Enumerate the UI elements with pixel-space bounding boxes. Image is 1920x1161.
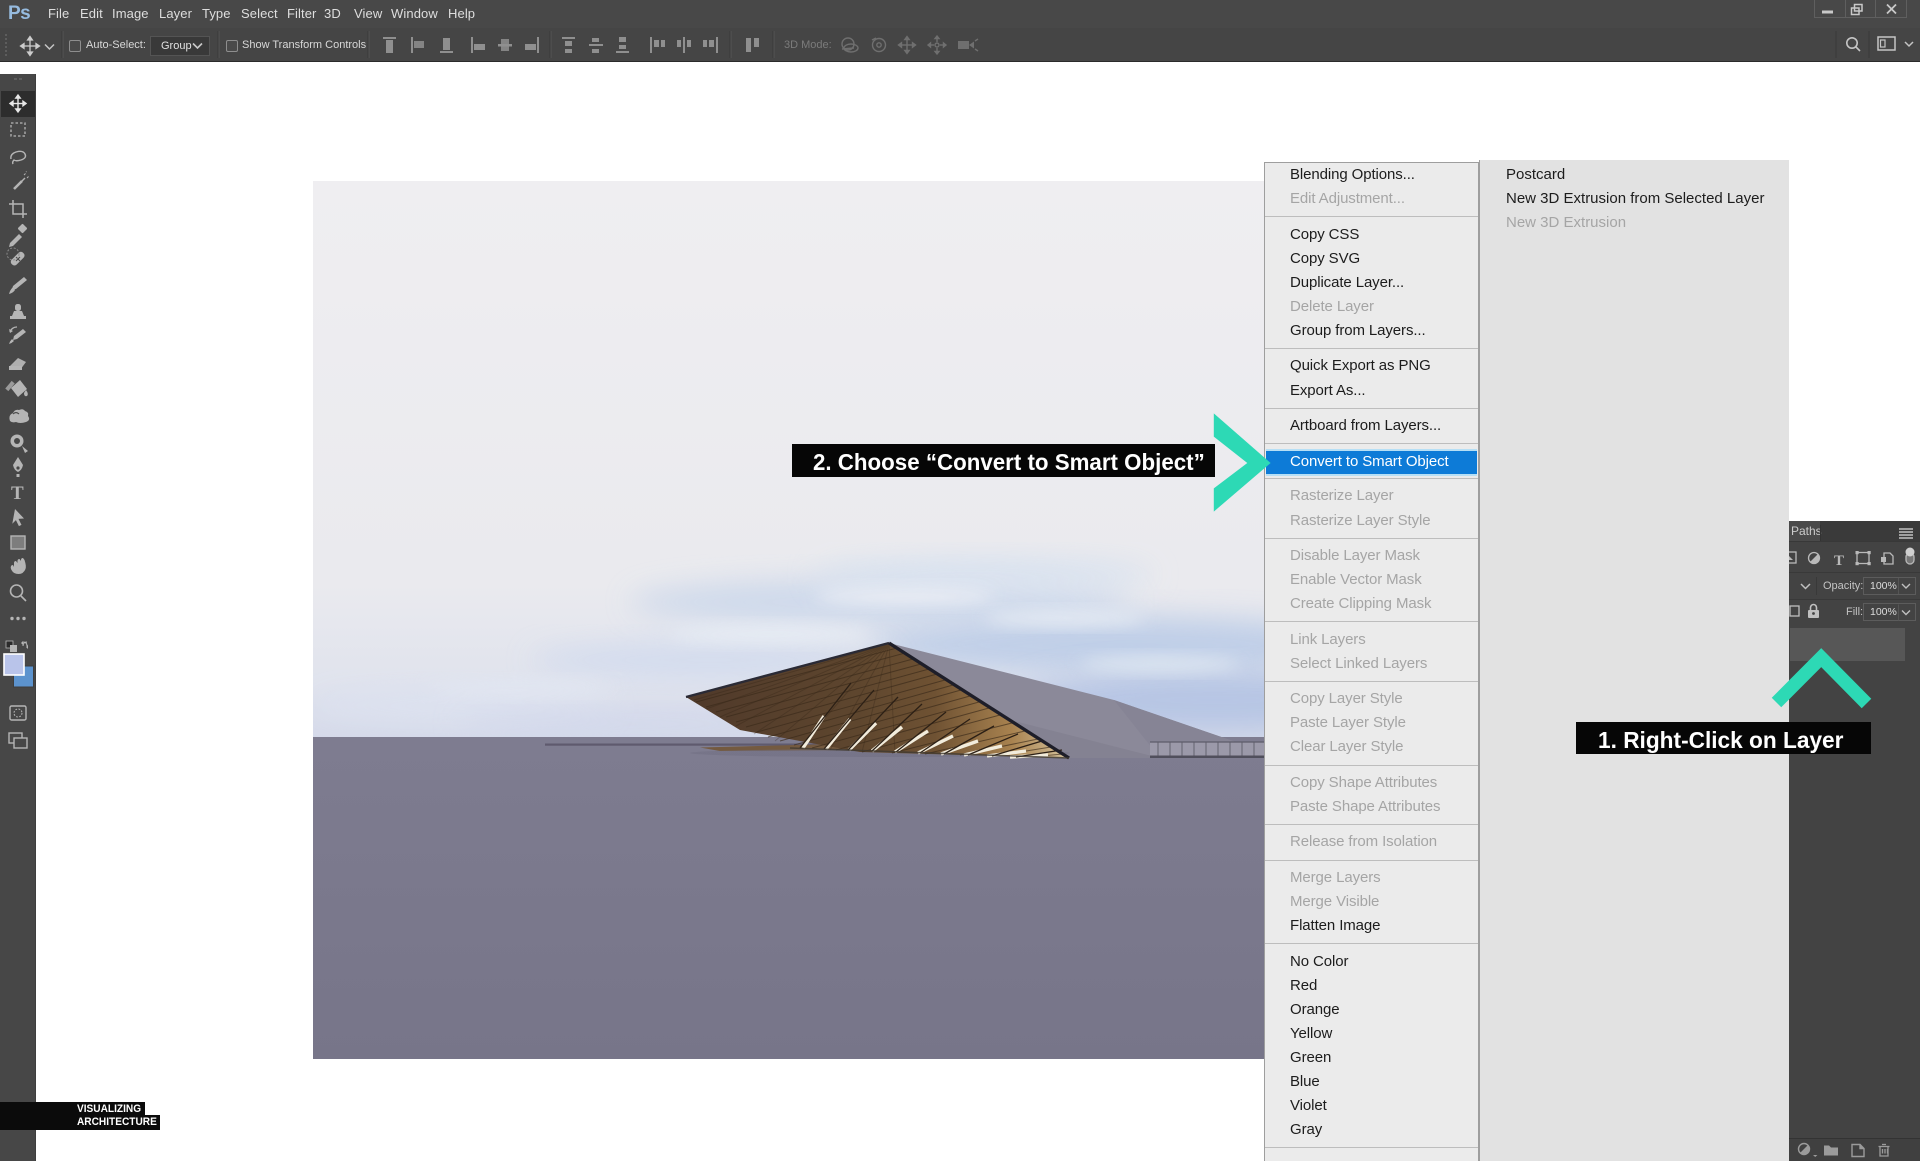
svg-text:T: T (1834, 553, 1844, 569)
svg-text:T: T (11, 483, 24, 504)
